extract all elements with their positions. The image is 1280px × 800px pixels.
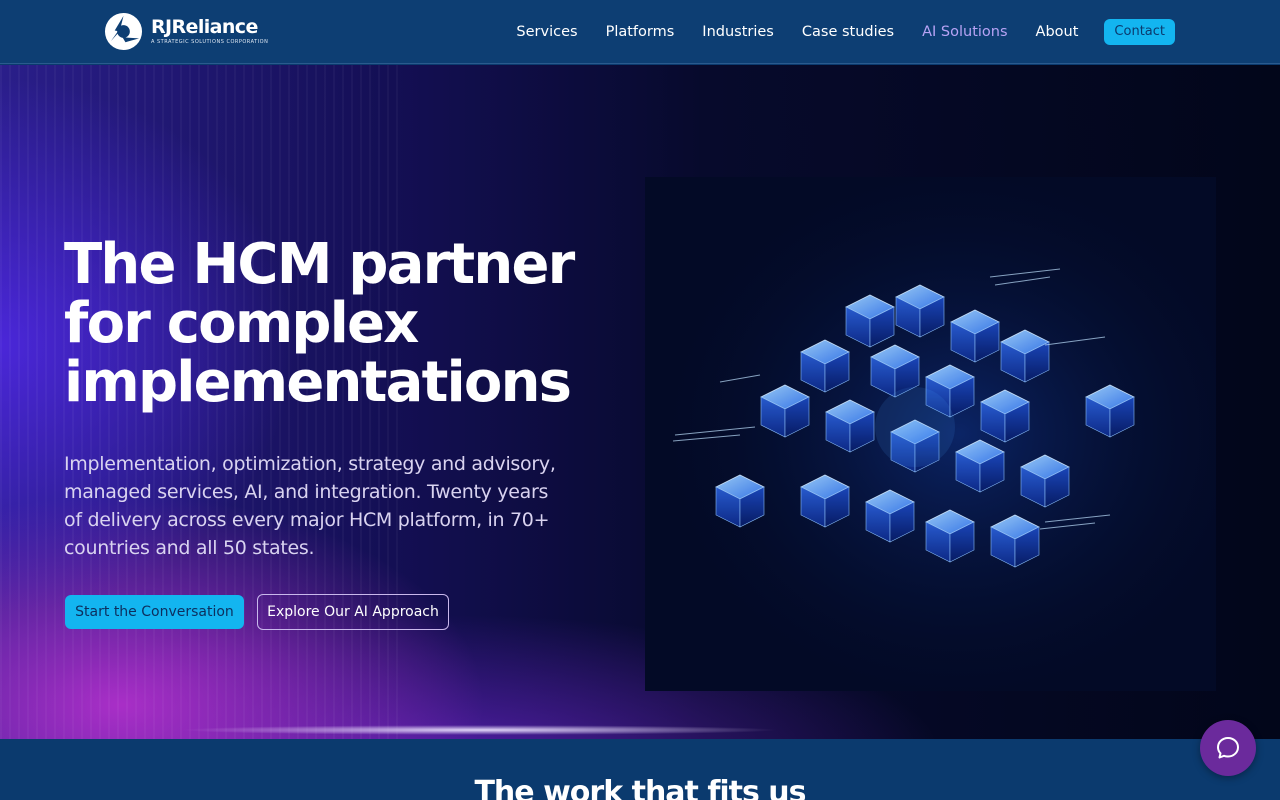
rjreliance-logo-icon: [104, 12, 143, 51]
site-header: RJReliance A STRATEGIC SOLUTIONS CORPORA…: [0, 0, 1280, 64]
hero-illustration: [645, 177, 1216, 691]
hero-subtitle: Implementation, optimization, strategy a…: [64, 453, 556, 559]
nav-item-about[interactable]: About: [1036, 19, 1079, 45]
work-section-title: The work that fits us: [474, 775, 806, 800]
contact-button[interactable]: Contact: [1104, 19, 1175, 45]
start-conversation-button[interactable]: Start the Conversation: [65, 595, 244, 629]
glowing-cube-cluster-illustration: [645, 177, 1216, 691]
hero-horizon-glow: [180, 725, 780, 735]
hero-title: The HCM partner for complex implementati…: [64, 232, 575, 415]
hero-section: The HCM partner for complex implementati…: [0, 65, 1280, 739]
brand-tagline: A STRATEGIC SOLUTIONS CORPORATION: [151, 39, 269, 45]
main-nav: Services Platforms Industries Case studi…: [488, 19, 1175, 45]
nav-item-industries[interactable]: Industries: [702, 19, 774, 45]
brand-wordmark: RJReliance A STRATEGIC SOLUTIONS CORPORA…: [151, 17, 268, 46]
nav-item-platforms[interactable]: Platforms: [606, 19, 675, 45]
nav-item-case-studies[interactable]: Case studies: [802, 19, 894, 45]
chat-bubble-icon: [1217, 737, 1239, 759]
brand-name: RJReliance: [151, 16, 258, 38]
explore-ai-approach-button[interactable]: Explore Our AI Approach: [257, 594, 449, 630]
nav-item-ai-solutions[interactable]: AI Solutions: [922, 19, 1007, 45]
work-section: The work that fits us: [0, 739, 1280, 800]
chat-button[interactable]: [1200, 720, 1256, 776]
brand-logo[interactable]: RJReliance A STRATEGIC SOLUTIONS CORPORA…: [104, 12, 268, 51]
nav-item-services[interactable]: Services: [516, 19, 577, 45]
